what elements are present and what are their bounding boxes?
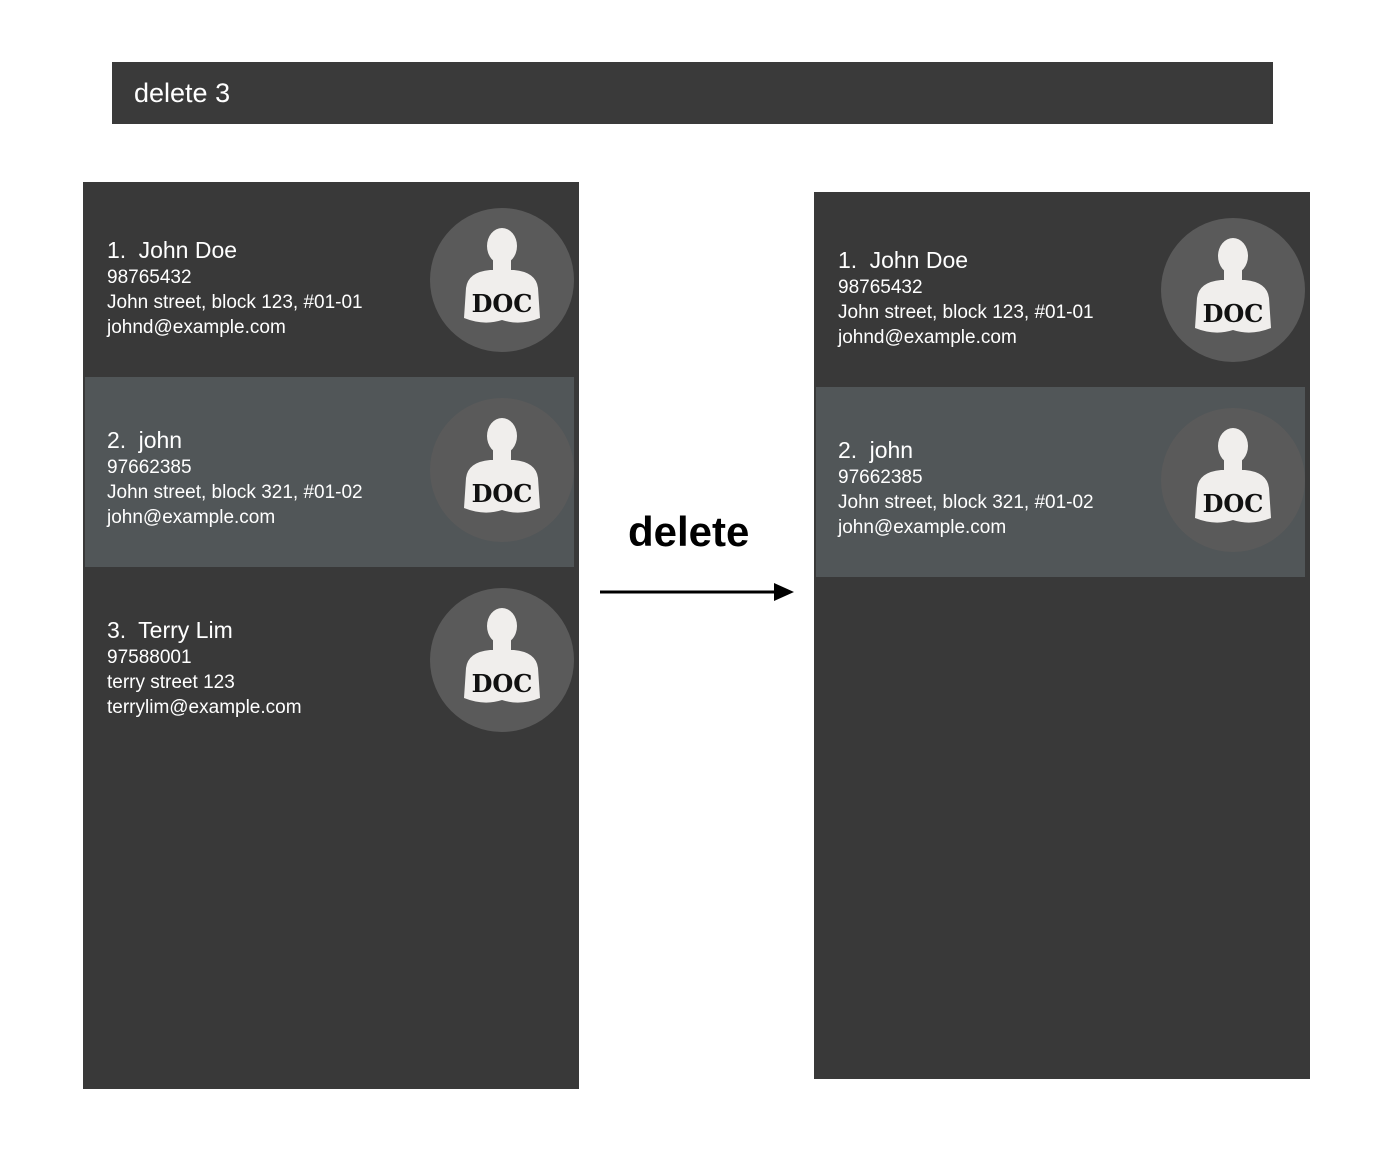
- person-address: John street, block 321, #01-02: [107, 482, 363, 503]
- person-info: 1. John Doe 98765432 John street, block …: [838, 245, 1094, 350]
- person-address: John street, block 321, #01-02: [838, 492, 1094, 513]
- person-name-line: 1. John Doe: [107, 235, 363, 265]
- person-list-before: 1. John Doe 98765432 John street, block …: [85, 187, 574, 757]
- doctor-avatar-icon: DOC: [430, 208, 574, 352]
- person-card[interactable]: 3. Terry Lim 97588001 terry street 123 t…: [85, 567, 574, 757]
- person-address: John street, block 123, #01-01: [838, 302, 1094, 323]
- person-name: john: [869, 437, 914, 463]
- person-index: 1.: [107, 237, 127, 263]
- person-email: johnd@example.com: [107, 317, 286, 338]
- command-box[interactable]: delete 3: [112, 62, 1273, 124]
- person-phone: 97662385: [838, 467, 923, 488]
- person-phone: 97588001: [107, 647, 192, 668]
- person-email: john@example.com: [107, 507, 276, 528]
- person-index: 3.: [107, 617, 127, 643]
- person-phone: 98765432: [838, 277, 923, 298]
- person-index: 2.: [838, 437, 858, 463]
- avatar-label: DOC: [472, 669, 533, 698]
- doctor-avatar-icon: DOC: [1161, 218, 1305, 362]
- person-list-panel-after[interactable]: 1. John Doe 98765432 John street, block …: [814, 192, 1310, 1079]
- right-arrow-icon: [600, 583, 794, 601]
- person-info: 2. john 97662385 John street, block 321,…: [107, 425, 363, 530]
- person-phone: 97662385: [107, 457, 192, 478]
- person-name-line: 2. john: [838, 435, 1094, 465]
- person-list-panel-before[interactable]: 1. John Doe 98765432 John street, block …: [83, 182, 579, 1089]
- person-card[interactable]: 1. John Doe 98765432 John street, block …: [816, 197, 1305, 387]
- person-list-after: 1. John Doe 98765432 John street, block …: [816, 197, 1305, 577]
- person-email: johnd@example.com: [838, 327, 1017, 348]
- person-name-line: 2. john: [107, 425, 363, 455]
- person-name: John Doe: [138, 237, 238, 263]
- avatar-label: DOC: [1203, 489, 1264, 518]
- doctor-avatar-icon: DOC: [430, 588, 574, 732]
- avatar-label: DOC: [472, 479, 533, 508]
- person-name: Terry Lim: [138, 617, 233, 643]
- person-name: John Doe: [869, 247, 969, 273]
- person-address: terry street 123: [107, 672, 235, 693]
- command-text: delete 3: [134, 77, 231, 108]
- person-card[interactable]: 2. john 97662385 John street, block 321,…: [816, 387, 1305, 577]
- person-card[interactable]: 2. john 97662385 John street, block 321,…: [85, 377, 574, 567]
- person-info: 3. Terry Lim 97588001 terry street 123 t…: [107, 615, 302, 720]
- transition-label: delete: [628, 508, 750, 555]
- doctor-avatar-icon: DOC: [1161, 408, 1305, 552]
- person-info: 2. john 97662385 John street, block 321,…: [838, 435, 1094, 540]
- person-address: John street, block 123, #01-01: [107, 292, 363, 313]
- person-name-line: 1. John Doe: [838, 245, 1094, 275]
- person-card[interactable]: 1. John Doe 98765432 John street, block …: [85, 187, 574, 377]
- person-email: terrylim@example.com: [107, 697, 302, 718]
- person-info: 1. John Doe 98765432 John street, block …: [107, 235, 363, 340]
- person-email: john@example.com: [838, 517, 1007, 538]
- avatar-label: DOC: [1203, 299, 1264, 328]
- person-name-line: 3. Terry Lim: [107, 615, 302, 645]
- person-index: 1.: [838, 247, 858, 273]
- person-index: 2.: [107, 427, 127, 453]
- person-name: john: [138, 427, 183, 453]
- person-phone: 98765432: [107, 267, 192, 288]
- doctor-avatar-icon: DOC: [430, 398, 574, 542]
- avatar-label: DOC: [472, 289, 533, 318]
